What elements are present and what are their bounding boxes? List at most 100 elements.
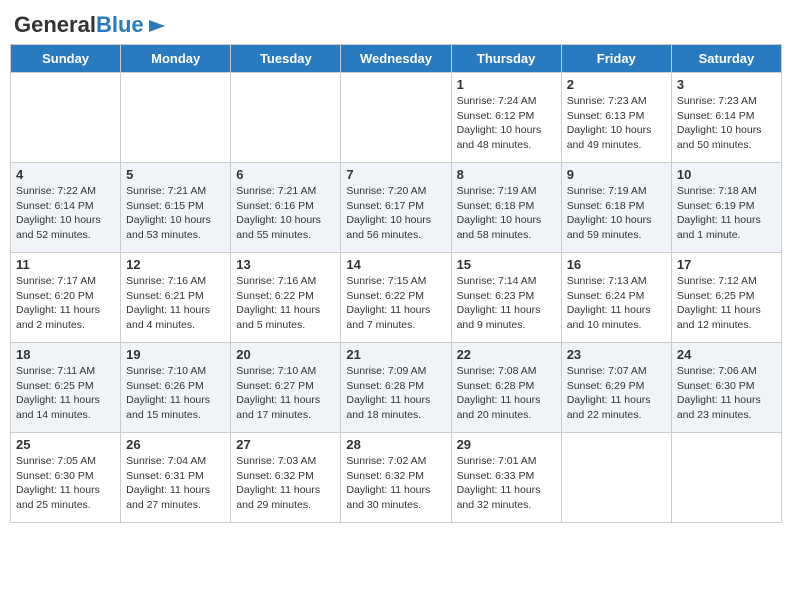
calendar-cell: 7 Sunrise: 7:20 AM Sunset: 6:17 PM Daylig… bbox=[341, 163, 451, 253]
day-info: Sunrise: 7:11 AM Sunset: 6:25 PM Dayligh… bbox=[16, 364, 115, 423]
calendar-cell: 4 Sunrise: 7:22 AM Sunset: 6:14 PM Daylig… bbox=[11, 163, 121, 253]
logo-text: GeneralBlue bbox=[14, 14, 144, 36]
calendar-cell: 5 Sunrise: 7:21 AM Sunset: 6:15 PM Daylig… bbox=[121, 163, 231, 253]
day-info: Sunrise: 7:18 AM Sunset: 6:19 PM Dayligh… bbox=[677, 184, 776, 243]
calendar-day-header: Sunday bbox=[11, 45, 121, 73]
day-number: 16 bbox=[567, 257, 666, 272]
day-info: Sunrise: 7:17 AM Sunset: 6:20 PM Dayligh… bbox=[16, 274, 115, 333]
day-number: 18 bbox=[16, 347, 115, 362]
calendar-cell: 2Sunrise: 7:23 AM Sunset: 6:13 PM Daylig… bbox=[561, 73, 671, 163]
day-number: 17 bbox=[677, 257, 776, 272]
day-info: Sunrise: 7:24 AM Sunset: 6:12 PM Dayligh… bbox=[457, 94, 556, 153]
logo-arrow-icon bbox=[147, 16, 167, 36]
day-info: Sunrise: 7:16 AM Sunset: 6:21 PM Dayligh… bbox=[126, 274, 225, 333]
day-number: 14 bbox=[346, 257, 445, 272]
day-info: Sunrise: 7:05 AM Sunset: 6:30 PM Dayligh… bbox=[16, 454, 115, 513]
day-number: 22 bbox=[457, 347, 556, 362]
day-number: 24 bbox=[677, 347, 776, 362]
calendar-cell: 15 Sunrise: 7:14 AM Sunset: 6:23 PM Dayli… bbox=[451, 253, 561, 343]
calendar-week-row: 11Sunrise: 7:17 AM Sunset: 6:20 PM Dayli… bbox=[11, 253, 782, 343]
day-number: 26 bbox=[126, 437, 225, 452]
day-number: 7 bbox=[346, 167, 445, 182]
calendar-day-header: Wednesday bbox=[341, 45, 451, 73]
day-info: Sunrise: 7:01 AM Sunset: 6:33 PM Dayligh… bbox=[457, 454, 556, 513]
day-number: 23 bbox=[567, 347, 666, 362]
calendar-day-header: Friday bbox=[561, 45, 671, 73]
day-number: 12 bbox=[126, 257, 225, 272]
calendar-cell: 19 Sunrise: 7:10 AM Sunset: 6:26 PM Dayli… bbox=[121, 343, 231, 433]
calendar-cell: 24 Sunrise: 7:06 AM Sunset: 6:30 PM Dayli… bbox=[671, 343, 781, 433]
calendar-cell: 27 Sunrise: 7:03 AM Sunset: 6:32 PM Dayli… bbox=[231, 433, 341, 523]
calendar-cell bbox=[121, 73, 231, 163]
calendar-cell: 20Sunrise: 7:10 AM Sunset: 6:27 PM Dayli… bbox=[231, 343, 341, 433]
calendar-cell bbox=[231, 73, 341, 163]
day-info: Sunrise: 7:19 AM Sunset: 6:18 PM Dayligh… bbox=[457, 184, 556, 243]
day-number: 28 bbox=[346, 437, 445, 452]
day-number: 20 bbox=[236, 347, 335, 362]
calendar-cell: 9 Sunrise: 7:19 AM Sunset: 6:18 PM Daylig… bbox=[561, 163, 671, 253]
day-info: Sunrise: 7:20 AM Sunset: 6:17 PM Dayligh… bbox=[346, 184, 445, 243]
day-info: Sunrise: 7:14 AM Sunset: 6:23 PM Dayligh… bbox=[457, 274, 556, 333]
day-info: Sunrise: 7:23 AM Sunset: 6:14 PM Dayligh… bbox=[677, 94, 776, 153]
calendar-cell: 11Sunrise: 7:17 AM Sunset: 6:20 PM Dayli… bbox=[11, 253, 121, 343]
calendar-cell: 8 Sunrise: 7:19 AM Sunset: 6:18 PM Daylig… bbox=[451, 163, 561, 253]
calendar-week-row: 18 Sunrise: 7:11 AM Sunset: 6:25 PM Dayli… bbox=[11, 343, 782, 433]
day-info: Sunrise: 7:22 AM Sunset: 6:14 PM Dayligh… bbox=[16, 184, 115, 243]
calendar-week-row: 1 Sunrise: 7:24 AM Sunset: 6:12 PM Daylig… bbox=[11, 73, 782, 163]
day-number: 15 bbox=[457, 257, 556, 272]
day-info: Sunrise: 7:06 AM Sunset: 6:30 PM Dayligh… bbox=[677, 364, 776, 423]
calendar-cell: 14 Sunrise: 7:15 AM Sunset: 6:22 PM Dayli… bbox=[341, 253, 451, 343]
day-number: 2 bbox=[567, 77, 666, 92]
day-info: Sunrise: 7:04 AM Sunset: 6:31 PM Dayligh… bbox=[126, 454, 225, 513]
day-number: 19 bbox=[126, 347, 225, 362]
day-info: Sunrise: 7:16 AM Sunset: 6:22 PM Dayligh… bbox=[236, 274, 335, 333]
page-header: GeneralBlue bbox=[10, 10, 782, 36]
calendar-header-row: SundayMondayTuesdayWednesdayThursdayFrid… bbox=[11, 45, 782, 73]
day-info: Sunrise: 7:13 AM Sunset: 6:24 PM Dayligh… bbox=[567, 274, 666, 333]
day-info: Sunrise: 7:19 AM Sunset: 6:18 PM Dayligh… bbox=[567, 184, 666, 243]
day-info: Sunrise: 7:03 AM Sunset: 6:32 PM Dayligh… bbox=[236, 454, 335, 513]
day-number: 1 bbox=[457, 77, 556, 92]
calendar-cell: 21 Sunrise: 7:09 AM Sunset: 6:28 PM Dayli… bbox=[341, 343, 451, 433]
calendar-week-row: 25Sunrise: 7:05 AM Sunset: 6:30 PM Dayli… bbox=[11, 433, 782, 523]
calendar-body: 1 Sunrise: 7:24 AM Sunset: 6:12 PM Daylig… bbox=[11, 73, 782, 523]
calendar-cell: 25Sunrise: 7:05 AM Sunset: 6:30 PM Dayli… bbox=[11, 433, 121, 523]
day-info: Sunrise: 7:10 AM Sunset: 6:26 PM Dayligh… bbox=[126, 364, 225, 423]
day-number: 10 bbox=[677, 167, 776, 182]
day-number: 27 bbox=[236, 437, 335, 452]
calendar-cell: 22 Sunrise: 7:08 AM Sunset: 6:28 PM Dayli… bbox=[451, 343, 561, 433]
calendar-cell: 17 Sunrise: 7:12 AM Sunset: 6:25 PM Dayli… bbox=[671, 253, 781, 343]
day-number: 5 bbox=[126, 167, 225, 182]
calendar-week-row: 4 Sunrise: 7:22 AM Sunset: 6:14 PM Daylig… bbox=[11, 163, 782, 253]
calendar-cell: 10 Sunrise: 7:18 AM Sunset: 6:19 PM Dayli… bbox=[671, 163, 781, 253]
day-number: 6 bbox=[236, 167, 335, 182]
day-info: Sunrise: 7:15 AM Sunset: 6:22 PM Dayligh… bbox=[346, 274, 445, 333]
calendar-day-header: Monday bbox=[121, 45, 231, 73]
calendar-cell: 6 Sunrise: 7:21 AM Sunset: 6:16 PM Daylig… bbox=[231, 163, 341, 253]
day-number: 3 bbox=[677, 77, 776, 92]
day-info: Sunrise: 7:09 AM Sunset: 6:28 PM Dayligh… bbox=[346, 364, 445, 423]
day-info: Sunrise: 7:21 AM Sunset: 6:15 PM Dayligh… bbox=[126, 184, 225, 243]
logo: GeneralBlue bbox=[14, 14, 167, 36]
calendar-day-header: Tuesday bbox=[231, 45, 341, 73]
day-info: Sunrise: 7:21 AM Sunset: 6:16 PM Dayligh… bbox=[236, 184, 335, 243]
day-number: 21 bbox=[346, 347, 445, 362]
calendar-cell: 26 Sunrise: 7:04 AM Sunset: 6:31 PM Dayli… bbox=[121, 433, 231, 523]
calendar-cell: 3 Sunrise: 7:23 AM Sunset: 6:14 PM Daylig… bbox=[671, 73, 781, 163]
calendar-cell: 1 Sunrise: 7:24 AM Sunset: 6:12 PM Daylig… bbox=[451, 73, 561, 163]
day-number: 8 bbox=[457, 167, 556, 182]
calendar-table: SundayMondayTuesdayWednesdayThursdayFrid… bbox=[10, 44, 782, 523]
calendar-cell: 13 Sunrise: 7:16 AM Sunset: 6:22 PM Dayli… bbox=[231, 253, 341, 343]
calendar-cell: 18 Sunrise: 7:11 AM Sunset: 6:25 PM Dayli… bbox=[11, 343, 121, 433]
day-number: 9 bbox=[567, 167, 666, 182]
day-number: 13 bbox=[236, 257, 335, 272]
day-number: 4 bbox=[16, 167, 115, 182]
day-info: Sunrise: 7:07 AM Sunset: 6:29 PM Dayligh… bbox=[567, 364, 666, 423]
calendar-cell bbox=[11, 73, 121, 163]
calendar-day-header: Thursday bbox=[451, 45, 561, 73]
calendar-cell bbox=[671, 433, 781, 523]
day-info: Sunrise: 7:08 AM Sunset: 6:28 PM Dayligh… bbox=[457, 364, 556, 423]
day-info: Sunrise: 7:12 AM Sunset: 6:25 PM Dayligh… bbox=[677, 274, 776, 333]
day-number: 29 bbox=[457, 437, 556, 452]
calendar-cell bbox=[561, 433, 671, 523]
